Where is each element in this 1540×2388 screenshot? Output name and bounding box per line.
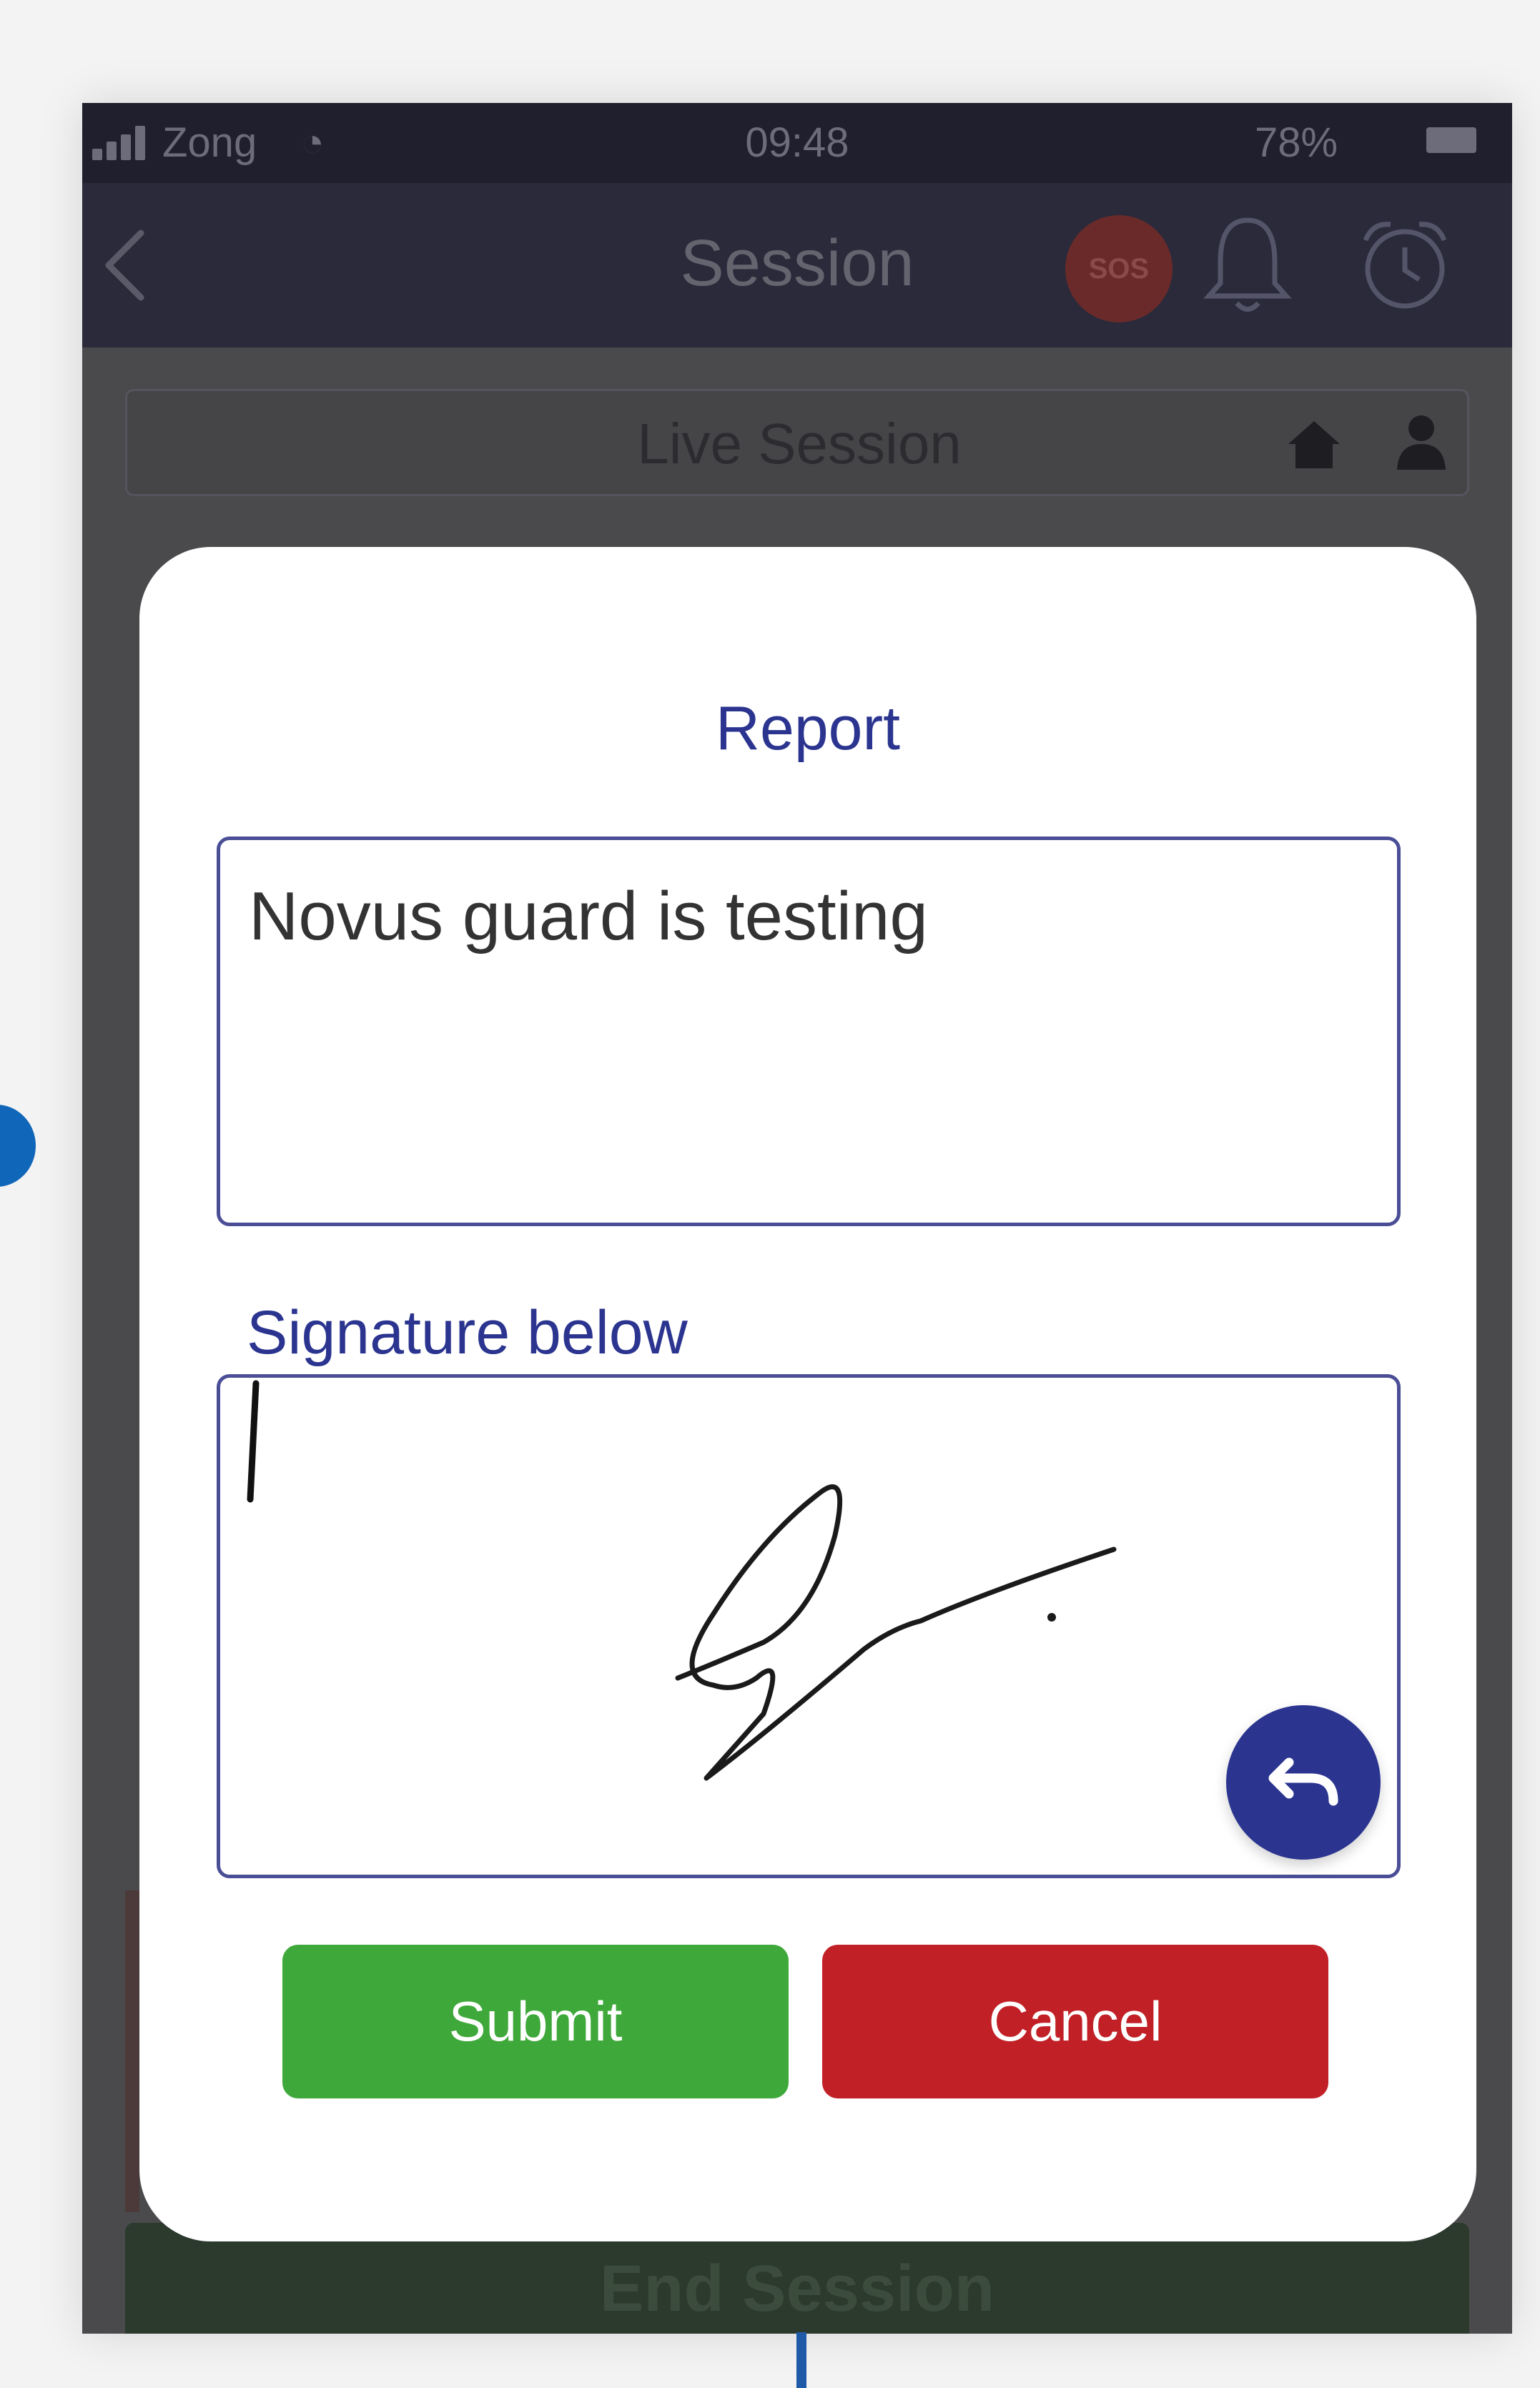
cancel-button[interactable]: Cancel xyxy=(822,1945,1328,2098)
bell-icon[interactable] xyxy=(1198,212,1298,319)
sos-button[interactable]: SOS xyxy=(1065,215,1173,322)
undo-button[interactable] xyxy=(1226,1705,1381,1860)
live-session-bar: Live Session xyxy=(125,389,1469,496)
report-dialog: Report Novus guard is testing Signature … xyxy=(139,547,1476,2241)
submit-button[interactable]: Submit xyxy=(282,1945,789,2098)
undo-icon xyxy=(1268,1757,1338,1806)
annotation-line xyxy=(796,2332,806,2388)
signature-pad[interactable] xyxy=(217,1374,1401,1878)
report-text: Novus guard is testing xyxy=(249,878,928,954)
page-title: Session xyxy=(680,227,914,300)
annotation-dot xyxy=(0,1105,36,1187)
user-icon[interactable] xyxy=(1393,413,1450,471)
battery-icon xyxy=(1426,127,1476,153)
background-element xyxy=(125,1890,139,2212)
status-bar: Zong ◔ 09:48 78% xyxy=(82,103,1512,183)
alarm-icon[interactable] xyxy=(1351,212,1458,319)
signature-label: Signature below xyxy=(247,1298,688,1367)
dialog-title: Report xyxy=(715,694,901,763)
end-session-label: End Session xyxy=(599,2252,995,2325)
report-textarea[interactable]: Novus guard is testing xyxy=(217,837,1401,1226)
live-session-title: Live Session xyxy=(637,412,962,475)
nav-bar: Session SOS xyxy=(82,183,1512,347)
battery-percent: 78% xyxy=(1255,119,1338,166)
home-icon[interactable] xyxy=(1285,418,1343,470)
signature-drawing xyxy=(247,1380,1117,1781)
